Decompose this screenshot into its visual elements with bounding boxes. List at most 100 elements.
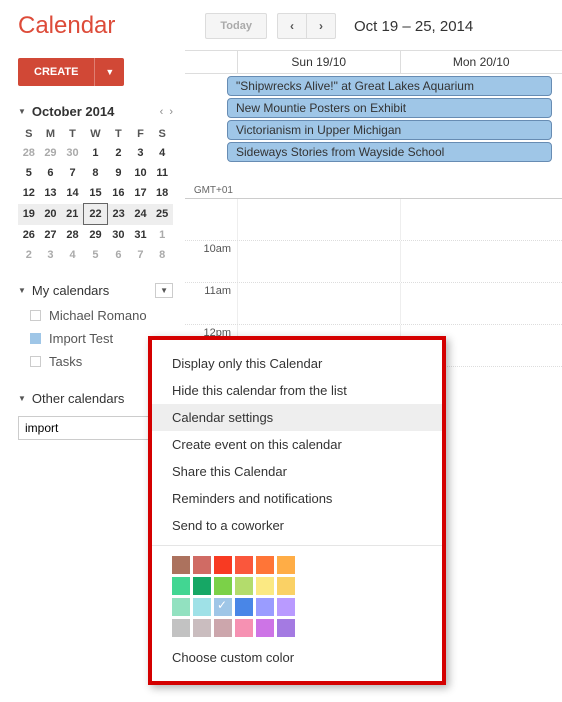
mini-cal-day[interactable]: 7 <box>61 163 84 183</box>
mini-cal-day[interactable]: 27 <box>40 225 62 246</box>
time-slot[interactable] <box>237 283 400 324</box>
color-swatch[interactable] <box>214 598 232 616</box>
context-menu-item[interactable]: Reminders and notifications <box>152 485 442 512</box>
color-swatch[interactable] <box>235 556 253 574</box>
color-swatch[interactable] <box>235 619 253 637</box>
context-menu-item[interactable]: Display only this Calendar <box>152 350 442 377</box>
color-swatch[interactable] <box>214 619 232 637</box>
mini-cal-day[interactable]: 28 <box>18 143 40 163</box>
allday-event[interactable]: Sideways Stories from Wayside School <box>227 142 552 162</box>
mini-cal-day[interactable]: 5 <box>18 163 40 183</box>
mini-cal-day[interactable]: 2 <box>18 245 40 265</box>
color-swatch[interactable] <box>172 598 190 616</box>
color-swatch[interactable] <box>256 577 274 595</box>
mini-cal-day[interactable]: 28 <box>61 225 84 246</box>
mini-cal-day[interactable]: 3 <box>130 143 152 163</box>
mini-cal-day[interactable]: 29 <box>40 143 62 163</box>
calendar-checkbox[interactable] <box>30 356 41 367</box>
allday-event[interactable]: New Mountie Posters on Exhibit <box>227 98 552 118</box>
mini-cal-day[interactable]: 17 <box>130 183 152 204</box>
mini-cal-day[interactable]: 11 <box>151 163 173 183</box>
color-swatch[interactable] <box>277 556 295 574</box>
mini-cal-day[interactable]: 14 <box>61 183 84 204</box>
color-swatch[interactable] <box>277 577 295 595</box>
color-swatch[interactable] <box>256 556 274 574</box>
mini-cal-next[interactable]: › <box>169 106 173 118</box>
create-button[interactable]: CREATE <box>18 58 94 86</box>
mini-cal-prev[interactable]: ‹ <box>160 106 164 118</box>
time-slot[interactable] <box>237 199 400 240</box>
color-swatch[interactable] <box>235 598 253 616</box>
choose-custom-color[interactable]: Choose custom color <box>152 644 442 671</box>
color-swatch[interactable] <box>193 577 211 595</box>
mini-cal-day[interactable]: 24 <box>130 204 152 225</box>
calendar-checkbox[interactable] <box>30 310 41 321</box>
mini-cal-day[interactable]: 4 <box>61 245 84 265</box>
context-menu-item[interactable]: Create event on this calendar <box>152 431 442 458</box>
color-swatch[interactable] <box>214 556 232 574</box>
prev-button[interactable]: ‹ <box>277 13 306 39</box>
mini-cal-day[interactable]: 26 <box>18 225 40 246</box>
context-menu-item[interactable]: Hide this calendar from the list <box>152 377 442 404</box>
mini-cal-day[interactable]: 25 <box>151 204 173 225</box>
time-slot[interactable] <box>400 241 562 282</box>
color-swatch[interactable] <box>256 598 274 616</box>
time-slot[interactable] <box>237 241 400 282</box>
context-menu-item[interactable]: Send to a coworker <box>152 512 442 539</box>
mini-cal-day[interactable]: 19 <box>18 204 40 225</box>
context-menu-item[interactable]: Calendar settings <box>152 404 442 431</box>
color-swatch[interactable] <box>256 619 274 637</box>
time-slot[interactable] <box>400 283 562 324</box>
day-header[interactable]: Sun 19/10 <box>237 51 400 73</box>
mini-cal-day[interactable]: 21 <box>61 204 84 225</box>
mini-cal-day[interactable]: 4 <box>151 143 173 163</box>
mini-cal-day[interactable]: 1 <box>84 143 107 163</box>
color-swatch[interactable] <box>193 598 211 616</box>
mini-cal-day[interactable]: 16 <box>107 183 130 204</box>
color-swatch[interactable] <box>214 577 232 595</box>
context-menu-item[interactable]: Share this Calendar <box>152 458 442 485</box>
allday-event[interactable]: "Shipwrecks Alive!" at Great Lakes Aquar… <box>227 76 552 96</box>
color-swatch[interactable] <box>277 598 295 616</box>
mini-cal-day[interactable]: 12 <box>18 183 40 204</box>
create-dropdown[interactable]: ▼ <box>94 58 124 86</box>
mini-cal-day[interactable]: 6 <box>107 245 130 265</box>
today-button[interactable]: Today <box>205 13 267 39</box>
color-swatch[interactable] <box>172 577 190 595</box>
mini-cal-day[interactable]: 23 <box>107 204 130 225</box>
color-swatch[interactable] <box>193 556 211 574</box>
mini-cal-day[interactable]: 10 <box>130 163 152 183</box>
day-header[interactable]: Mon 20/10 <box>400 51 562 73</box>
next-button[interactable]: › <box>306 13 336 39</box>
mini-cal-day[interactable]: 8 <box>151 245 173 265</box>
mini-cal-day[interactable]: 30 <box>107 225 130 246</box>
mini-cal-day[interactable]: 6 <box>40 163 62 183</box>
color-swatch[interactable] <box>277 619 295 637</box>
my-calendars-menu-icon[interactable]: ▼ <box>155 283 173 298</box>
color-swatch[interactable] <box>172 619 190 637</box>
mini-cal-day[interactable]: 8 <box>84 163 107 183</box>
my-calendars-head[interactable]: ▼ My calendars ▼ <box>18 283 173 298</box>
mini-cal-day[interactable]: 1 <box>151 225 173 246</box>
collapse-icon[interactable]: ▼ <box>18 107 26 116</box>
color-swatch[interactable] <box>193 619 211 637</box>
mini-cal-day[interactable]: 18 <box>151 183 173 204</box>
time-slot[interactable] <box>400 199 562 240</box>
color-swatch[interactable] <box>172 556 190 574</box>
calendar-item[interactable]: Michael Romano <box>18 304 173 327</box>
mini-cal-day[interactable]: 15 <box>84 183 107 204</box>
mini-cal-day[interactable]: 22 <box>84 204 107 225</box>
calendar-checkbox[interactable] <box>30 333 41 344</box>
mini-cal-day[interactable]: 30 <box>61 143 84 163</box>
mini-cal-day[interactable]: 20 <box>40 204 62 225</box>
mini-cal-day[interactable]: 5 <box>84 245 107 265</box>
mini-cal-day[interactable]: 2 <box>107 143 130 163</box>
mini-cal-day[interactable]: 29 <box>84 225 107 246</box>
mini-cal-day[interactable]: 31 <box>130 225 152 246</box>
mini-cal-day[interactable]: 13 <box>40 183 62 204</box>
allday-event[interactable]: Victorianism in Upper Michigan <box>227 120 552 140</box>
mini-cal-day[interactable]: 3 <box>40 245 62 265</box>
mini-cal-day[interactable]: 7 <box>130 245 152 265</box>
mini-cal-day[interactable]: 9 <box>107 163 130 183</box>
color-swatch[interactable] <box>235 577 253 595</box>
